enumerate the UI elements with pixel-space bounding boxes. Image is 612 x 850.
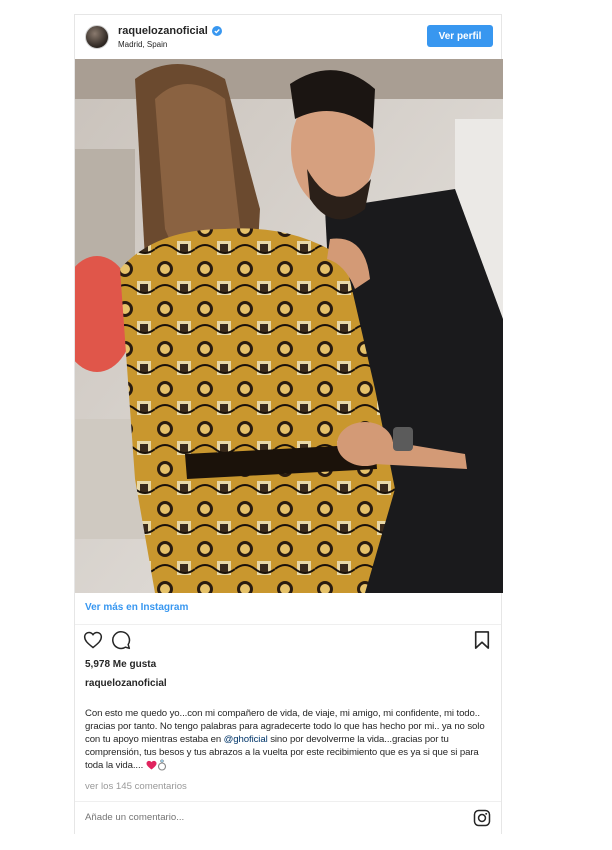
photo-image [75,59,503,593]
caption-username[interactable]: raquelozanoficial [85,678,167,689]
ring-icon [157,759,166,772]
username-row: raquelozanoficial [118,25,222,37]
view-comments-link[interactable]: ver los 145 comentarios [85,781,187,792]
avatar[interactable] [85,25,109,49]
comment-icon[interactable] [111,630,131,650]
divider [75,624,501,625]
mention-link[interactable]: @ghoficial [224,734,268,745]
red-heart-icon [146,761,157,771]
view-more-on-instagram-link[interactable]: Ver más en Instagram [85,602,188,613]
post-photo[interactable] [75,59,503,593]
heart-icon[interactable] [83,630,103,650]
like-count[interactable]: 5,978 Me gusta [85,659,156,670]
username[interactable]: raquelozanoficial [118,25,208,37]
post-caption: Con esto me quedo yo...con mi compañero … [85,707,489,772]
post-header: raquelozanoficial Madrid, Spain Ver perf… [75,15,501,59]
instagram-embed-card: raquelozanoficial Madrid, Spain Ver perf… [74,14,503,834]
action-bar [75,630,501,654]
verified-badge-icon [211,26,222,36]
divider [75,801,501,802]
view-profile-button[interactable]: Ver perfil [427,25,493,47]
instagram-logo-icon[interactable] [473,809,491,827]
location[interactable]: Madrid, Spain [118,40,167,49]
comment-input[interactable] [85,812,425,823]
bookmark-icon[interactable] [473,630,491,650]
